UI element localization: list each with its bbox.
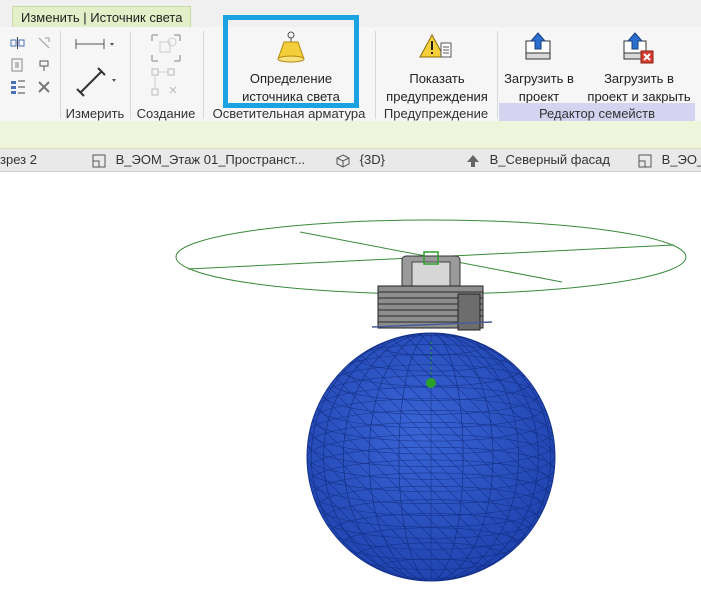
load-into-project-button[interactable]: Загрузить в проект xyxy=(499,27,579,105)
tab-view-section[interactable]: зрез 2 xyxy=(0,149,37,171)
3d-view-canvas[interactable] xyxy=(0,172,701,586)
warning-icon xyxy=(419,33,452,58)
panel-measure-label: Измерить xyxy=(65,106,125,121)
panel-family-editor-label: Редактор семейств xyxy=(538,106,656,121)
show-warnings-label-2: предупреждения xyxy=(386,89,488,104)
dimension-icon[interactable] xyxy=(74,37,118,51)
tab-view-floor-plan[interactable]: В_ЭОМ_Этаж 01_Пространст... xyxy=(92,149,305,171)
load-close-label-1: Загрузить в xyxy=(604,71,674,86)
light-fixture-model xyxy=(175,219,687,582)
view-tab-label: В_Северный фасад xyxy=(489,152,611,167)
show-warnings-button[interactable]: Показать предупреждения xyxy=(378,27,496,105)
panel-create-label: Создание xyxy=(136,106,196,121)
view-tab-label: В_ЭОМ_Этаж 01_Пространст... xyxy=(115,152,306,167)
elevation-icon xyxy=(467,154,479,167)
photometric-sphere xyxy=(306,332,556,582)
floor-plan-icon xyxy=(638,154,652,168)
separator xyxy=(497,31,498,119)
tab-modify-light-source[interactable]: Изменить | Источник света xyxy=(12,6,192,28)
load-and-close-button[interactable]: Загрузить в проект и закрыть xyxy=(583,27,695,105)
show-warnings-label-1: Показать xyxy=(409,71,465,86)
pin-icon[interactable] xyxy=(36,35,52,51)
load-and-close-icon xyxy=(623,32,654,64)
panel-warnings-label: Предупреждение xyxy=(383,106,489,121)
offset-icon[interactable] xyxy=(10,57,26,73)
create-similar-icon[interactable] xyxy=(150,67,182,99)
3d-view-icon xyxy=(336,154,350,168)
unpin-icon[interactable] xyxy=(36,57,52,73)
highlight-frame xyxy=(223,15,359,108)
measure-icon[interactable] xyxy=(76,65,120,97)
view-tab-label: В_ЭО_Э xyxy=(661,152,701,167)
create-group-icon[interactable] xyxy=(150,33,182,63)
load-into-project-icon xyxy=(525,32,551,60)
array-icon[interactable] xyxy=(10,79,26,95)
floor-plan-icon xyxy=(92,154,106,168)
tab-view-eo[interactable]: В_ЭО_Э xyxy=(638,149,701,171)
delete-icon[interactable] xyxy=(36,79,52,95)
view-tabs-bar: зрез 2 В_ЭОМ_Этаж 01_Пространст... {3D} … xyxy=(0,149,701,172)
align-icon[interactable] xyxy=(10,35,26,51)
load-project-label-1: Загрузить в xyxy=(504,71,574,86)
options-bar xyxy=(0,121,701,149)
tab-view-3d[interactable]: {3D} xyxy=(336,149,385,171)
tab-view-north-elevation[interactable]: В_Северный фасад xyxy=(466,149,610,171)
view-tab-label: зрез 2 xyxy=(0,152,37,167)
view-tab-label: {3D} xyxy=(359,152,385,167)
panel-lighting-fixture-label: Осветительная арматура xyxy=(212,106,366,121)
